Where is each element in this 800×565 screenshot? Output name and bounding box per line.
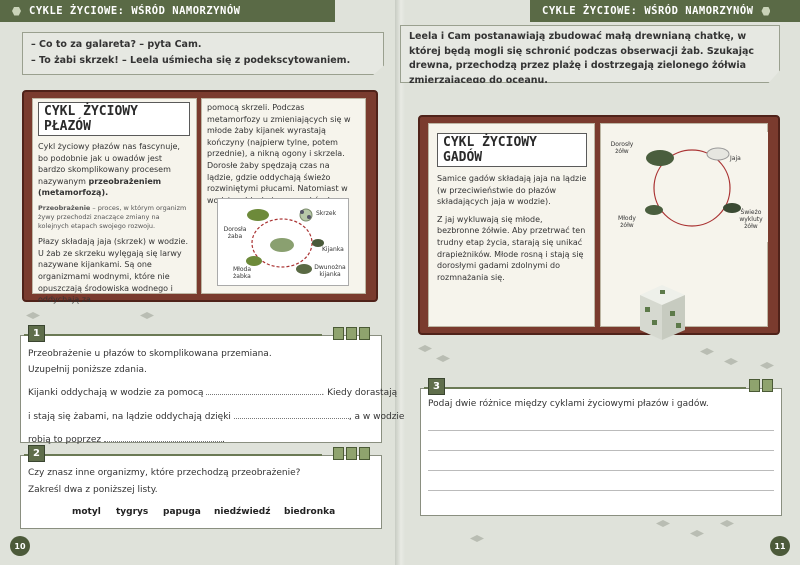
- label-adult-frog: Dorosła żaba: [223, 226, 247, 240]
- diamond-decoration: [436, 355, 450, 362]
- task-1-sentence-2: i stają się żabami, na lądzie oddychają …: [28, 410, 405, 422]
- task-1-sentence-1: Kijanki oddychają w wodzie za pomocą . K…: [28, 386, 398, 398]
- label-eggs: Jaja: [730, 155, 741, 162]
- word-option[interactable]: motyl: [72, 507, 101, 517]
- diamond-decoration: [724, 358, 738, 365]
- header-right-title: CYKLE ŻYCIOWE: WŚRÓD NAMORZYNÓW: [542, 5, 754, 17]
- reptile-text: CYKL ŻYCIOWY GADÓW Samice gadów składają…: [437, 133, 587, 283]
- task-1-sentence-3: robią to poprzez .: [28, 433, 225, 445]
- diamond-decoration: [418, 345, 432, 352]
- dialog-box: – Co to za galareta? – pyta Cam. – To ża…: [22, 32, 384, 75]
- task-3-icons: [749, 379, 773, 392]
- turtle-lifecycle-diagram: Dorosły żółw Jaja Świeżo wykluty żółw Mł…: [608, 132, 768, 242]
- reptile-book-title: CYKL ŻYCIOWY GADÓW: [437, 133, 587, 167]
- dialog-line-1: – Co to za galareta? – pyta Cam.: [31, 39, 202, 50]
- hexagon-icon: [761, 6, 771, 16]
- answer-line[interactable]: [428, 430, 774, 431]
- label-adult-turtle: Dorosły żółw: [610, 141, 634, 155]
- diamond-decoration: [26, 312, 40, 319]
- header-left: CYKLE ŻYCIOWE: WŚRÓD NAMORZYNÓW: [0, 0, 335, 22]
- blank-2[interactable]: [233, 410, 349, 419]
- diamond-decoration: [470, 535, 484, 542]
- task-3-rule: [424, 387, 746, 389]
- task-1-line-2: Uzupełnij poniższe zdania.: [28, 365, 147, 375]
- reptile-para-2: Z jaj wykluwają się młode, bezbronne żół…: [437, 214, 586, 282]
- hexagon-icon: [12, 6, 21, 16]
- definition: Przeobrażenie – proces, w którym organiz…: [38, 203, 187, 231]
- label-young-frog: Młoda żabka: [232, 266, 252, 280]
- word-option[interactable]: papuga: [163, 507, 201, 517]
- label-tadpole: Kijanka: [322, 246, 344, 253]
- task-1-number: 1: [28, 325, 45, 342]
- task-1-rule: [24, 334, 322, 336]
- amphibian-intro: Cykl życiowy płazów nas fascynuje, bo po…: [38, 142, 180, 198]
- blank-1[interactable]: [206, 386, 322, 395]
- diamond-decoration: [656, 520, 670, 527]
- eggs-icon: [706, 147, 730, 161]
- page-number-right: 11: [770, 536, 790, 556]
- word-option[interactable]: tygrys: [116, 507, 148, 517]
- young-frog-icon: [246, 256, 262, 266]
- amphibian-text-col2: pomocą skrzeli. Podczas metamorfozy u zm…: [207, 103, 351, 205]
- task-1-icons: [333, 327, 370, 340]
- reptile-para-1: Samice gadów składają jaja na lądzie (w …: [437, 174, 587, 207]
- adult-turtle-icon: [646, 150, 674, 166]
- diamond-decoration: [760, 362, 774, 369]
- word-option[interactable]: niedźwiedź: [214, 507, 270, 517]
- task-1-line-1: Przeobrażenie u płazów to skomplikowana …: [28, 349, 272, 359]
- header-right: CYKLE ŻYCIOWE: WŚRÓD NAMORZYNÓW: [530, 0, 800, 22]
- task-2-line-1: Czy znasz inne organizmy, które przechod…: [28, 468, 301, 478]
- label-hatchling: Świeżo wykluty żółw: [739, 209, 763, 230]
- diamond-decoration: [140, 312, 154, 319]
- amphibian-text-col1: CYKL ŻYCIOWY PŁAZÓW Cykl życiowy płazów …: [38, 102, 190, 306]
- book-spine: [395, 0, 405, 565]
- answer-line[interactable]: [428, 450, 774, 451]
- amphibian-book-title: CYKL ŻYCIOWY PŁAZÓW: [38, 102, 190, 136]
- block-decoration: [640, 285, 685, 340]
- right-intro: Leela i Cam postanawiają zbudować małą d…: [409, 31, 754, 87]
- page-number-left: 10: [10, 536, 30, 556]
- header-left-title: CYKLE ŻYCIOWE: WŚRÓD NAMORZYNÓW: [29, 5, 241, 17]
- diamond-decoration: [720, 520, 734, 527]
- label-spawn: Skrzek: [316, 210, 337, 217]
- turtle-egg-block-icon: [640, 285, 685, 340]
- task-2-line-2: Zakreśl dwa z poniższej listy.: [28, 485, 158, 495]
- dialog-line-2: – To żabi skrzek! – Leela uśmiecha się z…: [31, 55, 351, 67]
- diamond-decoration: [700, 348, 714, 355]
- frog-adult-icon: [247, 209, 269, 221]
- task-2-rule: [24, 454, 322, 456]
- task-3-number: 3: [428, 378, 445, 395]
- legged-tadpole-icon: [296, 264, 312, 274]
- frog-lifecycle-diagram: Dorosła żaba Skrzek Kijanka Młoda żabka …: [217, 198, 349, 286]
- label-young-turtle: Młody żółw: [618, 215, 636, 229]
- task-3-line-1: Podaj dwie różnice między cyklami życiow…: [428, 399, 709, 409]
- word-option[interactable]: biedronka: [284, 507, 335, 517]
- amphibian-col1-para: Płazy składają jaja (skrzek) w wodzie. U…: [38, 237, 189, 305]
- label-legged-tadpole: Dwunożna kijanka: [314, 264, 346, 278]
- intro-box: Leela i Cam postanawiają zbudować małą d…: [400, 25, 780, 83]
- diamond-decoration: [690, 530, 704, 537]
- blank-3[interactable]: [104, 433, 222, 442]
- task-2-icons: [333, 447, 370, 460]
- answer-line[interactable]: [428, 490, 774, 491]
- answer-line[interactable]: [428, 470, 774, 471]
- task-2-number: 2: [28, 445, 45, 462]
- young-turtle-icon: [645, 205, 663, 215]
